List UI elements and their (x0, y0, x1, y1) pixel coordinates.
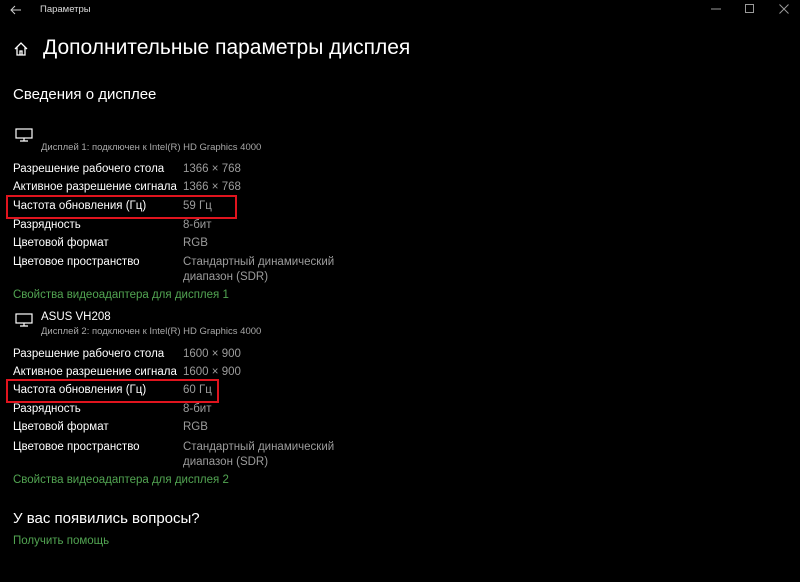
color-format-label: Цветовой формат (13, 237, 109, 249)
active-resolution-label: Активное разрешение сигнала (13, 181, 177, 193)
bit-depth-value: 8-бит (183, 219, 212, 231)
refresh-rate-label: Частота обновления (Гц) (13, 200, 147, 212)
adapter-properties-link-2[interactable]: Свойства видеоадаптера для дисплея 2 (13, 474, 229, 486)
display-2-subtitle: Дисплей 2: подключен к Intel(R) HD Graph… (41, 326, 262, 337)
home-icon[interactable] (13, 41, 29, 57)
color-space-value-line1: Стандартный динамический (183, 441, 335, 453)
color-space-label: Цветовое пространство (13, 441, 140, 453)
desktop-resolution-label: Разрешение рабочего стола (13, 348, 165, 360)
monitor-icon (15, 313, 33, 327)
desktop-resolution-value: 1600 × 900 (183, 348, 241, 360)
questions-title: У вас появились вопросы? (13, 510, 200, 527)
display-2-name: ASUS VH208 (41, 311, 111, 323)
page-title: Дополнительные параметры дисплея (43, 36, 411, 59)
color-space-value-line1: Стандартный динамический (183, 256, 335, 268)
title-bar: Параметры (0, 0, 800, 20)
maximize-icon[interactable] (742, 2, 758, 16)
get-help-link[interactable]: Получить помощь (13, 535, 109, 547)
section-title: Сведения о дисплее (13, 86, 157, 103)
refresh-rate-label: Частота обновления (Гц) (13, 384, 147, 396)
active-resolution-label: Активное разрешение сигнала (13, 366, 177, 378)
refresh-rate-value: 59 Гц (183, 200, 212, 212)
monitor-icon (15, 128, 33, 142)
color-space-value-line2: диапазон (SDR) (183, 271, 269, 283)
bit-depth-label: Разрядность (13, 403, 81, 415)
desktop-resolution-label: Разрешение рабочего стола (13, 163, 165, 175)
color-space-label: Цветовое пространство (13, 256, 140, 268)
refresh-rate-value: 60 Гц (183, 384, 212, 396)
active-resolution-value: 1600 × 900 (183, 366, 241, 378)
color-space-value-line2: диапазон (SDR) (183, 456, 269, 468)
color-format-label: Цветовой формат (13, 421, 109, 433)
color-format-value: RGB (183, 237, 208, 249)
display-1-subtitle: Дисплей 1: подключен к Intel(R) HD Graph… (41, 142, 262, 153)
window-title: Параметры (40, 4, 91, 15)
minimize-icon[interactable] (708, 2, 724, 16)
back-arrow-icon[interactable] (8, 2, 24, 18)
desktop-resolution-value: 1366 × 768 (183, 163, 241, 175)
close-icon[interactable] (776, 2, 792, 16)
bit-depth-value: 8-бит (183, 403, 212, 415)
adapter-properties-link-1[interactable]: Свойства видеоадаптера для дисплея 1 (13, 289, 229, 301)
color-format-value: RGB (183, 421, 208, 433)
bit-depth-label: Разрядность (13, 219, 81, 231)
active-resolution-value: 1366 × 768 (183, 181, 241, 193)
